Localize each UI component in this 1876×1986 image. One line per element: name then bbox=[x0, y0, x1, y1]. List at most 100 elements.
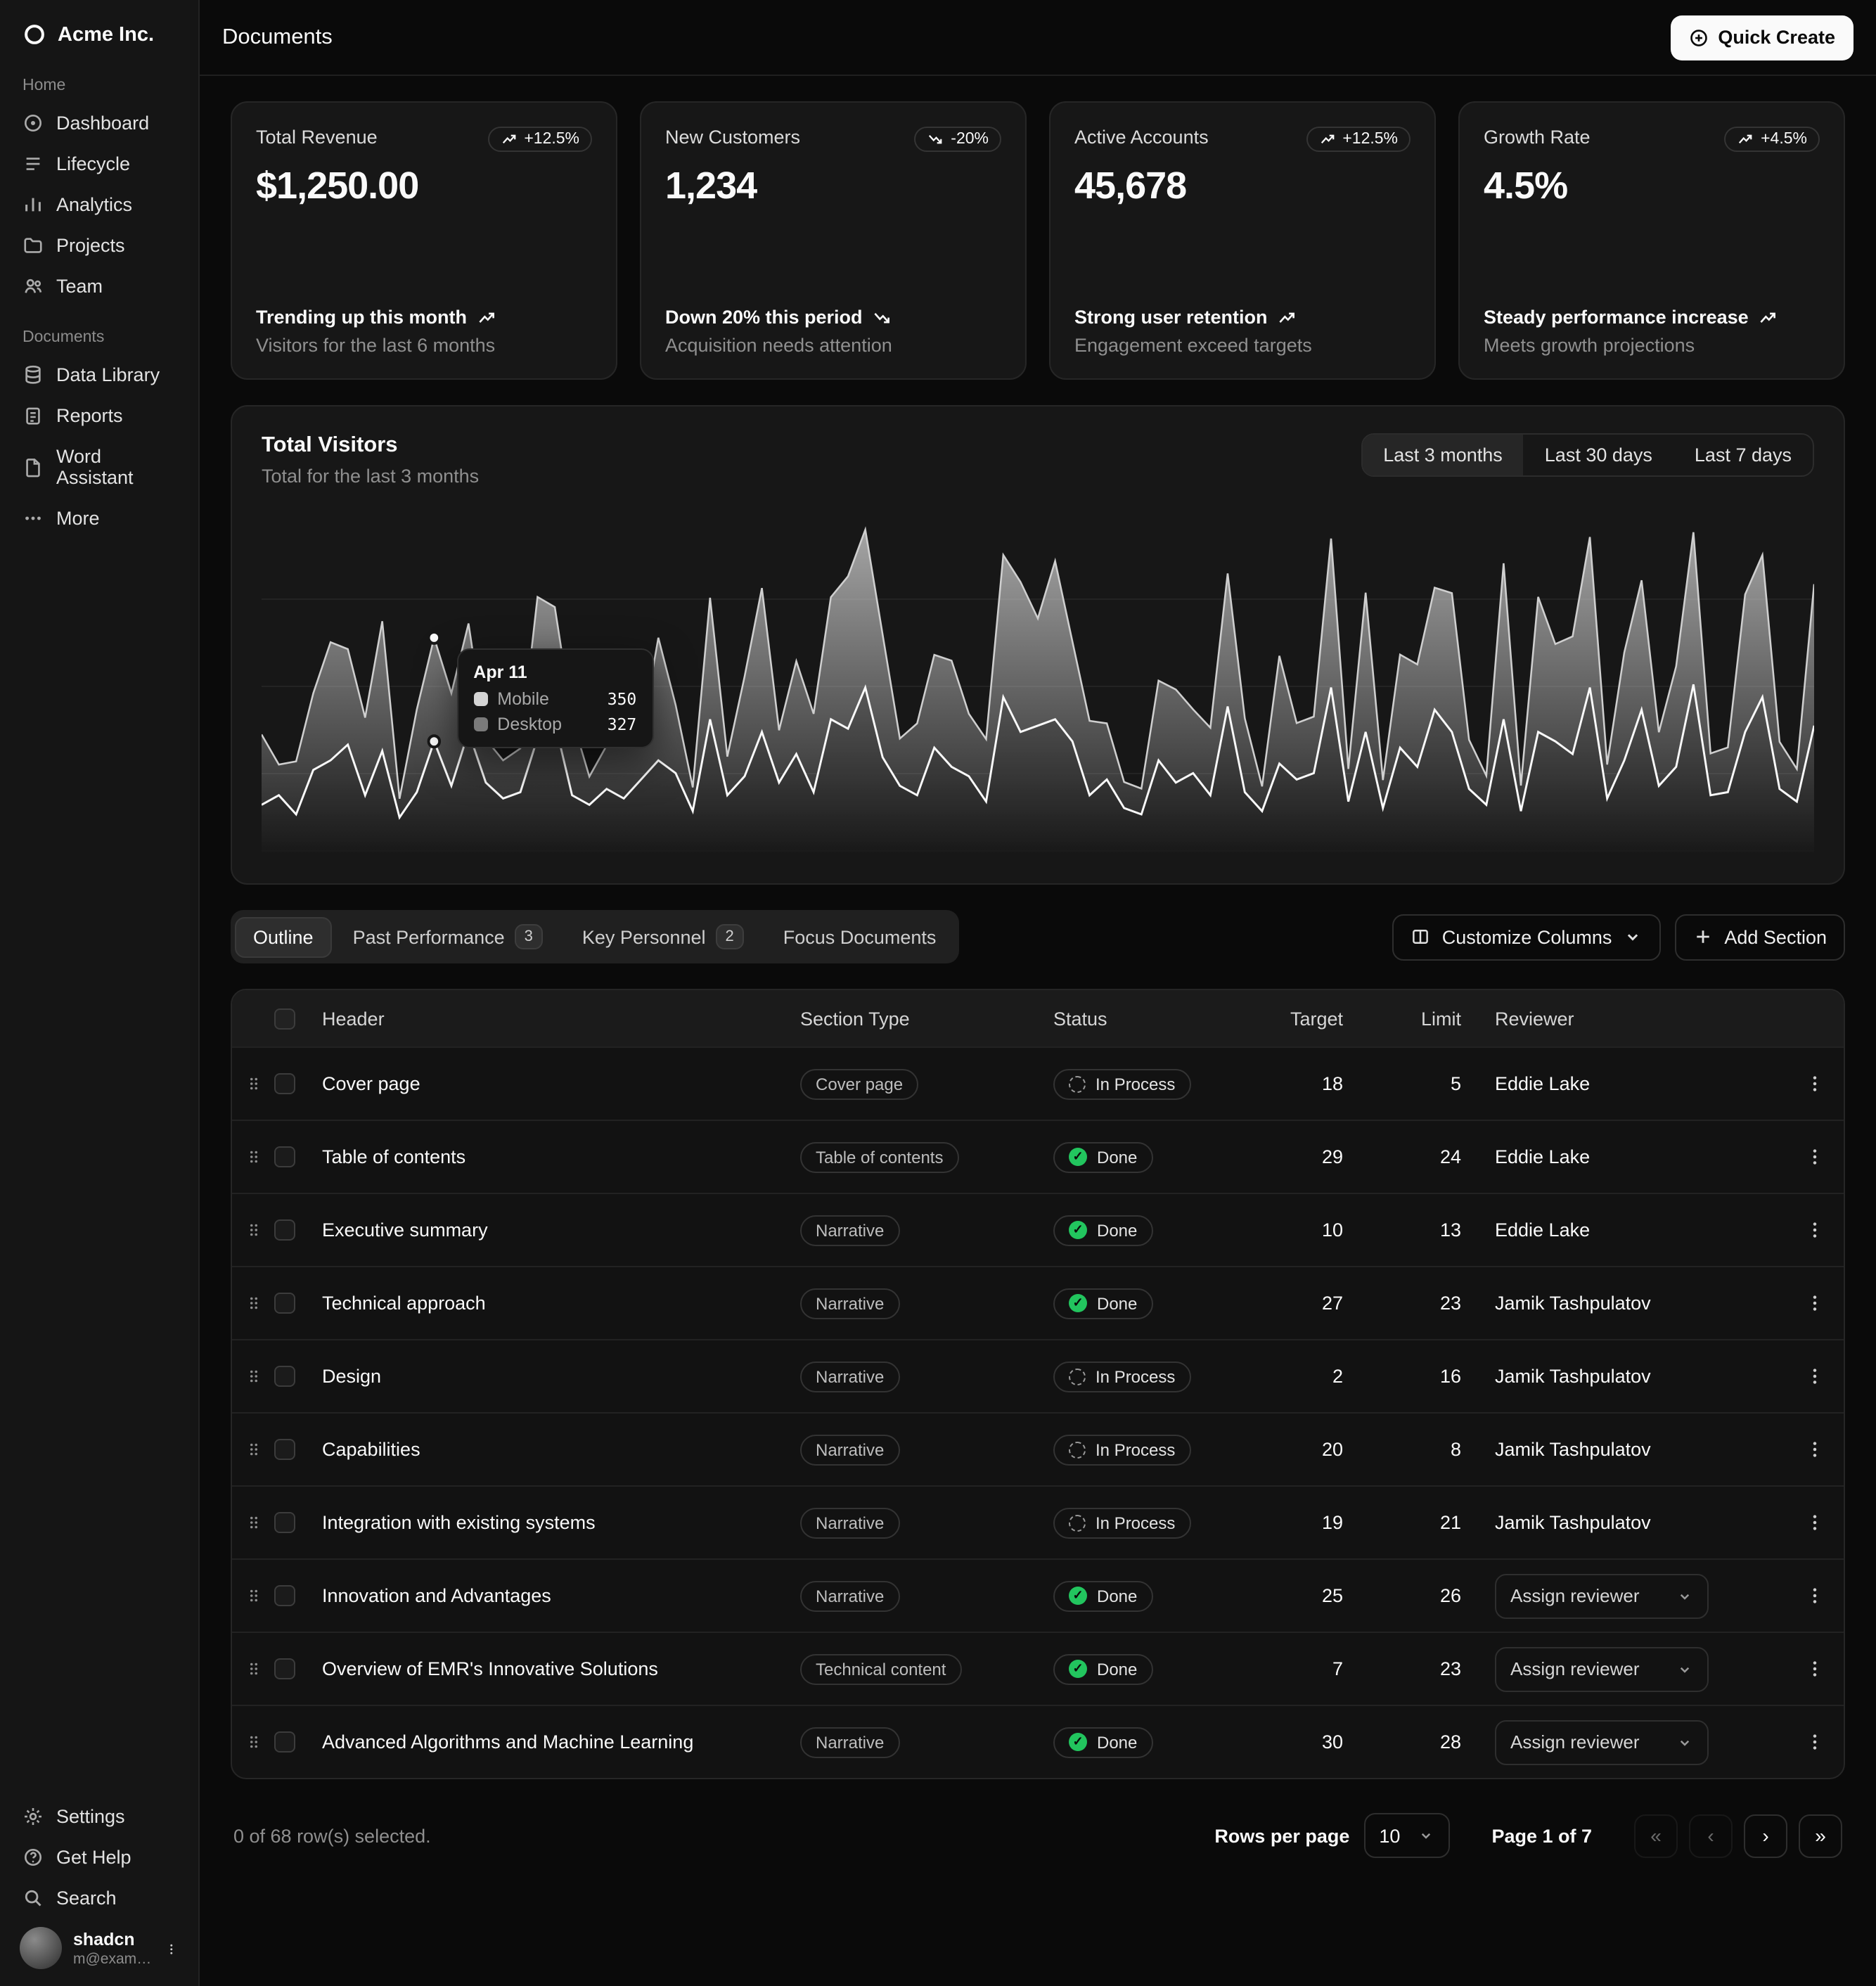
row-menu-button[interactable] bbox=[1785, 1366, 1844, 1387]
done-check-icon bbox=[1069, 1221, 1087, 1239]
table-row[interactable]: Technical approach Narrative Done 27 2 bbox=[232, 1266, 1844, 1339]
limit-cell: 28 bbox=[1377, 1731, 1495, 1753]
drag-handle-icon[interactable] bbox=[232, 1221, 274, 1239]
section-type-badge: Narrative bbox=[800, 1507, 899, 1538]
trending-down-icon bbox=[873, 307, 892, 327]
sidebar-item[interactable]: Analytics bbox=[11, 184, 187, 225]
table-header-row: Header Section Type Status Target Limit … bbox=[232, 990, 1844, 1046]
drag-handle-icon[interactable] bbox=[232, 1440, 274, 1459]
prev-page-button[interactable]: ‹ bbox=[1689, 1814, 1733, 1857]
drag-handle-icon[interactable] bbox=[232, 1294, 274, 1312]
assign-reviewer-select[interactable]: Assign reviewer bbox=[1495, 1646, 1709, 1691]
row-checkbox[interactable] bbox=[274, 1073, 295, 1094]
in-process-loader-icon bbox=[1069, 1441, 1086, 1458]
sidebar-item[interactable]: More bbox=[11, 498, 187, 539]
limit-cell: 26 bbox=[1377, 1585, 1495, 1606]
target-cell: 27 bbox=[1273, 1293, 1377, 1314]
drag-handle-icon[interactable] bbox=[232, 1513, 274, 1532]
row-checkbox[interactable] bbox=[274, 1512, 295, 1533]
area-chart[interactable]: Apr 11 Mobile 350 Desktop 327 bbox=[262, 512, 1814, 852]
rows-per-page-select[interactable]: 10 bbox=[1363, 1813, 1449, 1858]
chevron-down-icon bbox=[1676, 1660, 1693, 1677]
row-menu-button[interactable] bbox=[1785, 1731, 1844, 1753]
row-checkbox[interactable] bbox=[274, 1293, 295, 1314]
drag-handle-icon[interactable] bbox=[232, 1587, 274, 1605]
sidebar-item[interactable]: Lifecycle bbox=[11, 143, 187, 184]
sidebar-item[interactable]: Reports bbox=[11, 395, 187, 436]
reviewer-cell: Eddie Lake bbox=[1495, 1219, 1590, 1241]
tab-focus-documents[interactable]: Focus Documents bbox=[765, 916, 955, 957]
table-row[interactable]: Innovation and Advantages Narrative Done… bbox=[232, 1558, 1844, 1632]
drag-handle-icon[interactable] bbox=[232, 1733, 274, 1751]
row-menu-button[interactable] bbox=[1785, 1512, 1844, 1533]
row-menu-button[interactable] bbox=[1785, 1439, 1844, 1460]
table-row[interactable]: Executive summary Narrative Done 10 13 bbox=[232, 1193, 1844, 1266]
row-header-cell: Innovation and Advantages bbox=[322, 1585, 800, 1606]
tab-past-performance[interactable]: Past Performance3 bbox=[335, 914, 561, 959]
row-checkbox[interactable] bbox=[274, 1731, 295, 1753]
sidebar-item-label: Get Help bbox=[56, 1847, 131, 1868]
chart-title: Total Visitors bbox=[262, 433, 479, 459]
table-row[interactable]: Overview of EMR's Innovative Solutions T… bbox=[232, 1632, 1844, 1705]
tab-list: Outline Past Performance3 Key Personnel2… bbox=[231, 910, 958, 963]
range-last-3-months[interactable]: Last 3 months bbox=[1362, 435, 1524, 475]
brand[interactable]: Acme Inc. bbox=[11, 14, 187, 55]
sidebar-item[interactable]: Dashboard bbox=[11, 103, 187, 143]
drag-handle-icon[interactable] bbox=[232, 1075, 274, 1093]
stat-card-title: New Customers bbox=[665, 127, 800, 148]
sidebar-group-label-documents: Documents bbox=[11, 307, 187, 354]
user-menu[interactable]: shadcn m@example.com bbox=[11, 1918, 187, 1969]
sidebar-footer-item[interactable]: Search bbox=[11, 1878, 187, 1918]
table-row[interactable]: Capabilities Narrative In Process 20 8 bbox=[232, 1412, 1844, 1485]
select-all-checkbox[interactable] bbox=[274, 1008, 295, 1029]
row-menu-button[interactable] bbox=[1785, 1658, 1844, 1679]
target-cell: 19 bbox=[1273, 1512, 1377, 1533]
row-checkbox[interactable] bbox=[274, 1439, 295, 1460]
section-type-badge: Narrative bbox=[800, 1434, 899, 1465]
sidebar-footer-item[interactable]: Settings bbox=[11, 1796, 187, 1837]
table-row[interactable]: Integration with existing systems Narrat… bbox=[232, 1485, 1844, 1558]
section-type-badge: Technical content bbox=[800, 1653, 961, 1684]
row-checkbox[interactable] bbox=[274, 1146, 295, 1167]
first-page-button[interactable]: « bbox=[1634, 1814, 1678, 1857]
drag-handle-icon[interactable] bbox=[232, 1660, 274, 1678]
drag-handle-icon[interactable] bbox=[232, 1148, 274, 1166]
range-last-30-days[interactable]: Last 30 days bbox=[1524, 435, 1673, 475]
sidebar-footer-item[interactable]: Get Help bbox=[11, 1837, 187, 1878]
row-menu-button[interactable] bbox=[1785, 1146, 1844, 1167]
sidebar-item[interactable]: Projects bbox=[11, 225, 187, 266]
trending-down-icon bbox=[927, 131, 944, 148]
row-checkbox[interactable] bbox=[274, 1366, 295, 1387]
row-menu-button[interactable] bbox=[1785, 1585, 1844, 1606]
stat-card-title: Active Accounts bbox=[1074, 127, 1209, 148]
table-row[interactable]: Advanced Algorithms and Machine Learning… bbox=[232, 1705, 1844, 1778]
row-checkbox[interactable] bbox=[274, 1219, 295, 1241]
sidebar-item[interactable]: Word Assistant bbox=[11, 436, 187, 498]
customize-columns-button[interactable]: Customize Columns bbox=[1393, 914, 1662, 960]
table-row[interactable]: Design Narrative In Process 2 16 bbox=[232, 1339, 1844, 1412]
sidebar-item[interactable]: Team bbox=[11, 266, 187, 307]
range-last-7-days[interactable]: Last 7 days bbox=[1673, 435, 1813, 475]
row-checkbox[interactable] bbox=[274, 1658, 295, 1679]
assign-reviewer-select[interactable]: Assign reviewer bbox=[1495, 1719, 1709, 1764]
table-body: Cover page Cover page In Process 18 5 bbox=[232, 1046, 1844, 1778]
table-row[interactable]: Table of contents Table of contents Done… bbox=[232, 1120, 1844, 1193]
user-more-icon[interactable] bbox=[165, 1938, 179, 1958]
table-row[interactable]: Cover page Cover page In Process 18 5 bbox=[232, 1046, 1844, 1120]
tab-key-personnel[interactable]: Key Personnel2 bbox=[564, 914, 762, 959]
row-menu-button[interactable] bbox=[1785, 1219, 1844, 1241]
last-page-button[interactable]: » bbox=[1799, 1814, 1842, 1857]
target-cell: 30 bbox=[1273, 1731, 1377, 1753]
assign-reviewer-select[interactable]: Assign reviewer bbox=[1495, 1573, 1709, 1618]
drag-handle-icon[interactable] bbox=[232, 1367, 274, 1385]
sidebar-item[interactable]: Data Library bbox=[11, 354, 187, 395]
row-menu-button[interactable] bbox=[1785, 1293, 1844, 1314]
row-checkbox[interactable] bbox=[274, 1585, 295, 1606]
next-page-button[interactable]: › bbox=[1744, 1814, 1787, 1857]
dashboard-icon bbox=[23, 113, 44, 134]
tab-outline[interactable]: Outline bbox=[235, 916, 332, 957]
col-limit: Limit bbox=[1377, 1008, 1495, 1029]
row-menu-button[interactable] bbox=[1785, 1073, 1844, 1094]
add-section-button[interactable]: Add Section bbox=[1675, 914, 1845, 960]
quick-create-button[interactable]: Quick Create bbox=[1670, 15, 1853, 60]
